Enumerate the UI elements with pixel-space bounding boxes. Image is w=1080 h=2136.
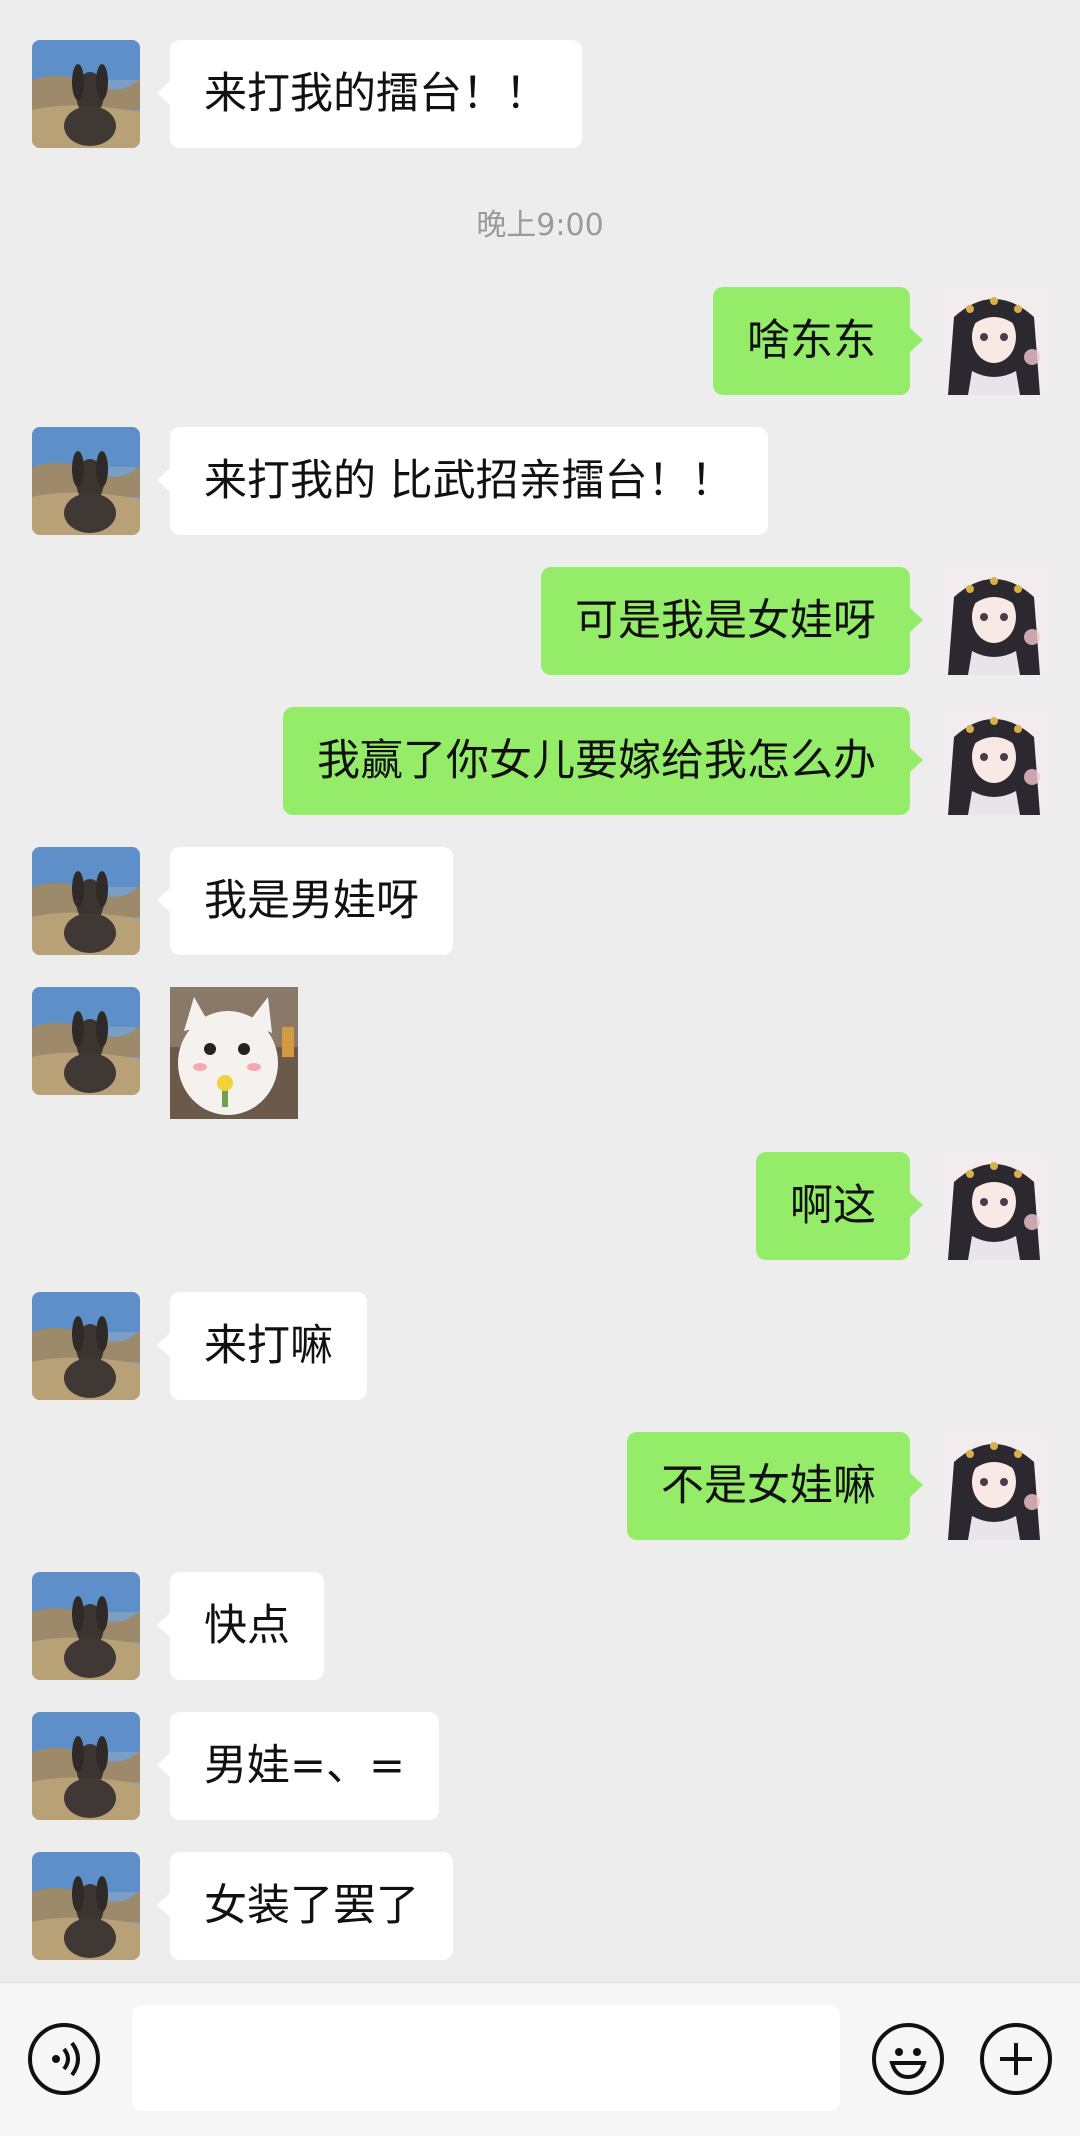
contact-avatar[interactable] [32,40,140,148]
input-bar [0,1982,1080,2136]
message-row-incoming: 快点 [0,1572,1080,1680]
my-avatar[interactable] [940,1152,1048,1260]
message-row-outgoing: 可是我是女娃呀 [0,567,1080,675]
message-bubble[interactable]: 快点 [157,1572,324,1680]
emoji-icon[interactable] [872,2023,944,2095]
message-bubble[interactable]: 不是女娃嘛 [627,1432,923,1540]
plus-icon[interactable] [980,2023,1052,2095]
contact-avatar[interactable] [32,1292,140,1400]
timestamp: 晚上9:00 [476,208,604,243]
contact-avatar[interactable] [32,427,140,535]
message-bubble[interactable]: 来打嘛 [157,1292,367,1400]
message-row-incoming: 女装了罢了 [0,1852,1080,1960]
contact-avatar[interactable] [32,1712,140,1820]
message-bubble[interactable]: 我是男娃呀 [157,847,453,955]
my-avatar[interactable] [940,567,1048,675]
message-bubble[interactable]: 啥东东 [713,287,923,395]
message-bubble[interactable]: 可是我是女娃呀 [541,567,923,675]
message-bubble[interactable]: 我赢了你女儿要嫁给我怎么办 [283,707,923,815]
message-input[interactable] [132,2005,840,2111]
contact-avatar[interactable] [32,1572,140,1680]
contact-avatar[interactable] [32,847,140,955]
message-bubble[interactable]: 来打我的擂台！！ [157,40,582,148]
cat-sticker[interactable] [170,987,298,1119]
message-row-outgoing: 我赢了你女儿要嫁给我怎么办 [0,707,1080,815]
contact-avatar[interactable] [32,1852,140,1960]
my-avatar[interactable] [940,707,1048,815]
voice-icon[interactable] [28,2023,100,2095]
message-row-incoming: 来打我的擂台！！ [0,40,1080,148]
message-row-incoming: 男娃=、= [0,1712,1080,1820]
my-avatar[interactable] [940,1432,1048,1540]
message-bubble[interactable]: 男娃=、= [156,1712,440,1820]
message-row-outgoing: 不是女娃嘛 [0,1432,1080,1540]
my-avatar[interactable] [940,287,1048,395]
message-bubble[interactable]: 来打我的 比武招亲擂台！！ [157,427,768,535]
chat-area[interactable]: 晚上9:00 来打我的擂台！！ 啥东东来打我的 比武招亲擂台！！ 可是我是女娃呀我赢… [0,0,1080,1982]
message-bubble[interactable]: 啊这 [756,1152,923,1260]
contact-avatar[interactable] [32,987,140,1095]
message-bubble[interactable]: 女装了罢了 [157,1852,453,1960]
message-row-incoming: 来打嘛 [0,1292,1080,1400]
message-row-outgoing: 啥东东 [0,287,1080,395]
message-row-incoming [0,987,1080,1119]
message-row-incoming: 来打我的 比武招亲擂台！！ [0,427,1080,535]
message-row-incoming: 我是男娃呀 [0,847,1080,955]
message-row-outgoing: 啊这 [0,1152,1080,1260]
